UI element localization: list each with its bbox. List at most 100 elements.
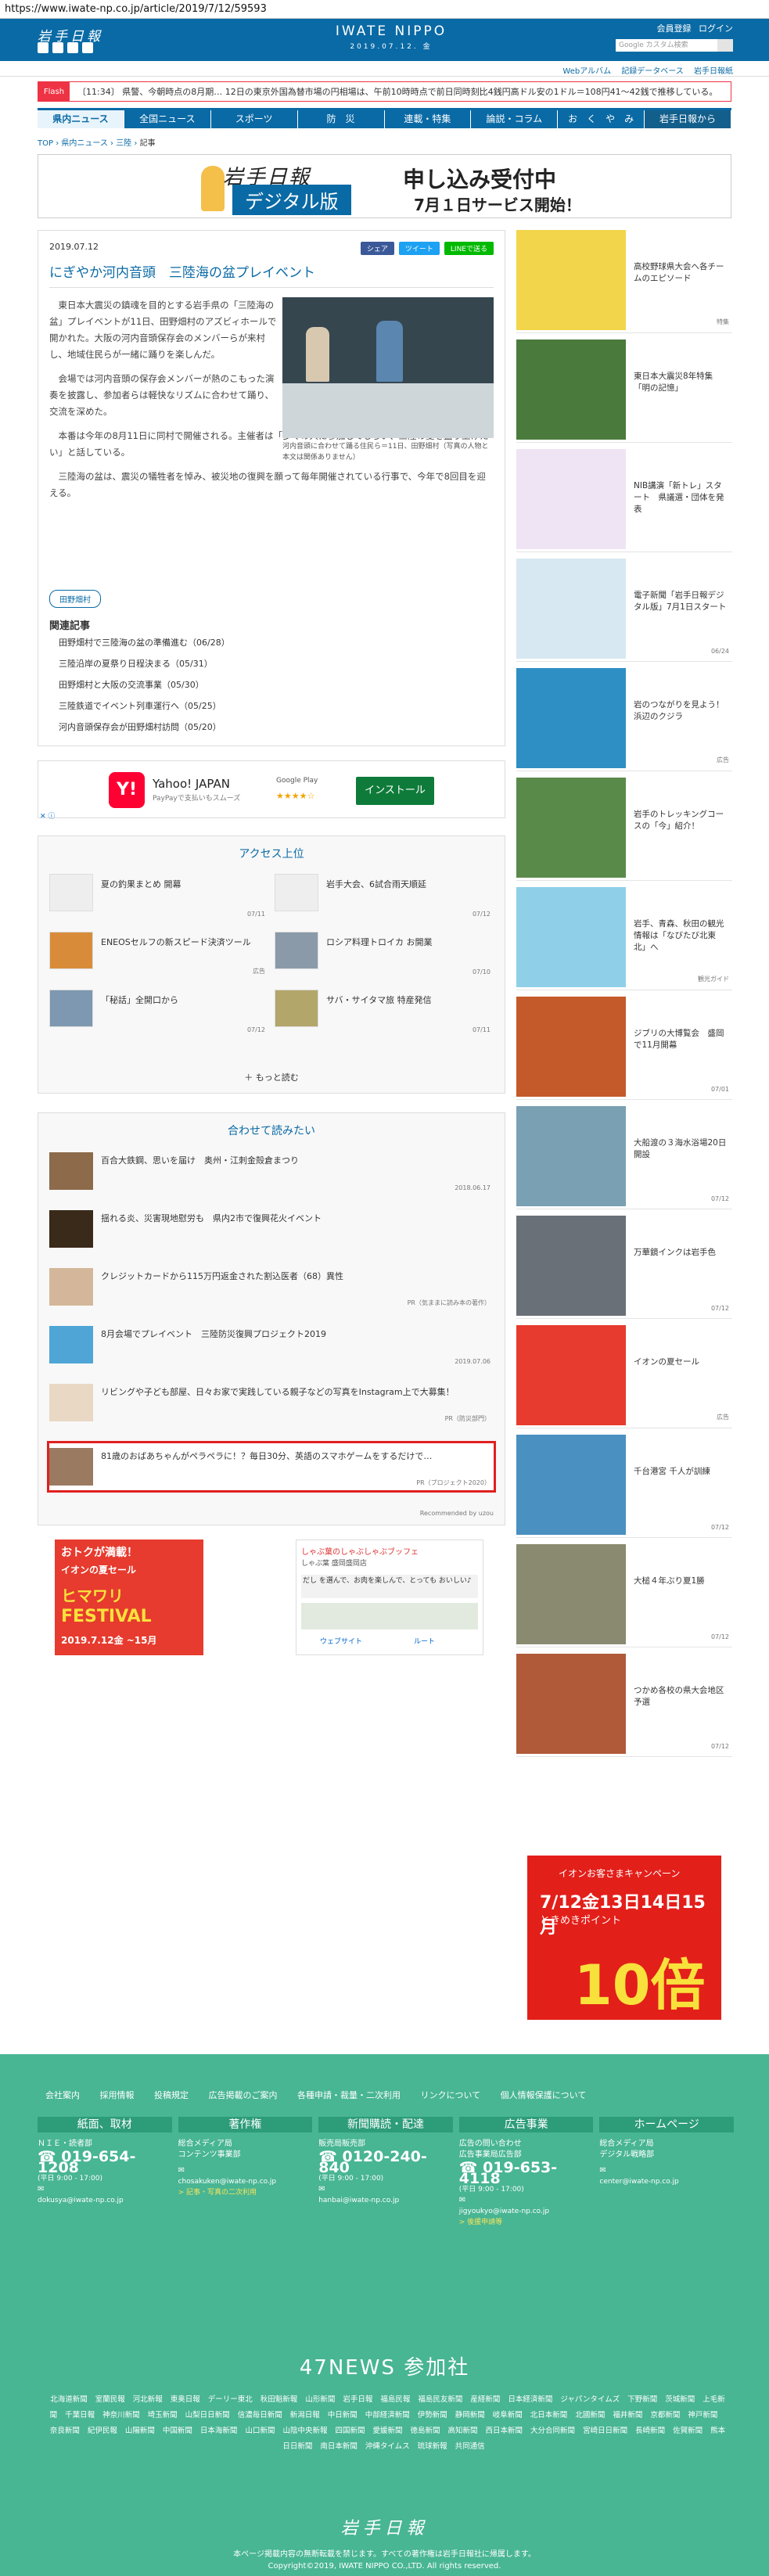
- yahoo-ad[interactable]: Y! Yahoo! JAPAN PayPayで支払いもスムーズ Google P…: [38, 760, 505, 821]
- nav-series[interactable]: 連載・特集: [384, 110, 472, 128]
- footer-link[interactable]: 採用情報: [100, 2090, 135, 2100]
- member-paper-link[interactable]: 静岡新聞: [455, 2411, 485, 2420]
- search-icon[interactable]: [717, 39, 733, 52]
- sidebar-item[interactable]: 大船渡の３海水浴場20日開設 07/12: [516, 1106, 732, 1209]
- mail-icon[interactable]: ✉: [38, 2184, 172, 2195]
- mail-icon[interactable]: ✉: [178, 2165, 313, 2176]
- member-paper-link[interactable]: デーリー東北: [208, 2395, 253, 2404]
- member-paper-link[interactable]: 新潟日報: [290, 2411, 320, 2420]
- line-icon[interactable]: [67, 42, 78, 53]
- phone-number[interactable]: ☎ 0120-240-840: [318, 2150, 453, 2175]
- search-input[interactable]: Google カスタム検索: [616, 39, 717, 52]
- footer-link[interactable]: リンクについて: [421, 2090, 481, 2100]
- related-item[interactable]: 河内音頭保存会が田野畑村訪問（05/20）: [49, 717, 494, 738]
- shabuyo-map-ad[interactable]: しゃぶ葉のしゃぶしゃぶブッフェ しゃぶ葉 盛岡盛岡店 だし を選んで、お肉を楽し…: [296, 1539, 483, 1655]
- ad-choices-icon[interactable]: ✕ ⓘ: [40, 810, 55, 821]
- recommend-item[interactable]: クレジットカードから115万円返金された割込医者（68）異性 PR（気ままに読み本…: [49, 1263, 494, 1310]
- sidebar-item[interactable]: 大槌４年ぶり夏1勝 07/12: [516, 1544, 732, 1647]
- member-paper-link[interactable]: 山陰中央新報: [282, 2427, 327, 2435]
- member-paper-link[interactable]: 神戸新聞: [688, 2411, 717, 2420]
- nav-obituaries[interactable]: お く や み: [558, 110, 645, 128]
- install-button[interactable]: インストール: [356, 777, 434, 805]
- member-paper-link[interactable]: 愛媛新聞: [372, 2427, 402, 2435]
- member-paper-link[interactable]: 中国新聞: [163, 2427, 192, 2435]
- nav-column[interactable]: 論説・コラム: [471, 110, 559, 128]
- member-paper-link[interactable]: 南日本新聞: [320, 2442, 358, 2451]
- member-paper-link[interactable]: 岩手日報: [343, 2395, 372, 2404]
- line-share-button[interactable]: LINEで送る: [444, 242, 494, 255]
- breadcrumb-sanriku[interactable]: 三陸: [116, 139, 131, 148]
- sidebar-item[interactable]: ジブリの大博覧会 盛岡で11月開幕 07/01: [516, 997, 732, 1100]
- member-paper-link[interactable]: 伊勢新聞: [418, 2411, 447, 2420]
- member-paper-link[interactable]: 福島民友新聞: [418, 2395, 462, 2404]
- nav-national-news[interactable]: 全国ニュース: [124, 110, 211, 128]
- member-paper-link[interactable]: 山梨日日新聞: [185, 2411, 230, 2420]
- ranking-item[interactable]: 夏の釣果まとめ 開幕 07/11: [49, 874, 268, 921]
- database-link[interactable]: 記録データベース: [621, 67, 684, 76]
- footer-link[interactable]: 広告掲載のご案内: [209, 2090, 278, 2100]
- sidebar-item[interactable]: 千台港宮 千人が訓練 07/12: [516, 1435, 732, 1538]
- member-paper-link[interactable]: 琉球新報: [418, 2442, 447, 2451]
- phone-number[interactable]: ☎ 019-654-1208: [38, 2150, 172, 2175]
- member-paper-link[interactable]: 山陽新聞: [125, 2427, 155, 2435]
- member-paper-link[interactable]: 日本海新聞: [200, 2427, 238, 2435]
- route-link[interactable]: ルート: [414, 1636, 435, 1646]
- member-paper-link[interactable]: 徳島新聞: [411, 2427, 440, 2435]
- member-paper-link[interactable]: 紀伊民報: [88, 2427, 117, 2435]
- recommend-item[interactable]: 百合大鉄鋼、思いを届け 奥州・江刺金殻倉まつり 2018.06.17: [49, 1148, 494, 1195]
- member-paper-link[interactable]: 中日新聞: [328, 2411, 358, 2420]
- more-button[interactable]: ＋ もっと読む: [38, 1071, 505, 1083]
- member-paper-link[interactable]: 秋田魁新報: [261, 2395, 298, 2404]
- footer-link[interactable]: 投稿規定: [154, 2090, 189, 2100]
- support-link[interactable]: > 後援申請等: [459, 2217, 594, 2228]
- footer-logo[interactable]: 岩手日報: [0, 2514, 769, 2539]
- footer-link[interactable]: 会社案内: [45, 2090, 80, 2100]
- breadcrumb-top[interactable]: TOP: [38, 139, 53, 148]
- nav-disaster[interactable]: 防 災: [297, 110, 385, 128]
- mail-icon[interactable]: ✉: [459, 2195, 594, 2206]
- member-paper-link[interactable]: 河北新報: [133, 2395, 163, 2404]
- member-paper-link[interactable]: ジャパンタイムズ: [560, 2395, 620, 2404]
- member-paper-link[interactable]: 京都新聞: [650, 2411, 680, 2420]
- url-bar[interactable]: https://www.iwate-np.co.jp/article/2019/…: [0, 0, 769, 19]
- tweet-button[interactable]: ツイート: [398, 242, 440, 255]
- ranking-item[interactable]: 「秘話」全開口から 07/12: [49, 990, 268, 1037]
- member-paper-link[interactable]: 北國新聞: [575, 2411, 605, 2420]
- sidebar-item[interactable]: 岩手のトレッキングコースの「今」紹介！: [516, 778, 732, 881]
- related-item[interactable]: 三陸沿岸の夏祭り日程決まる（05/31）: [49, 653, 494, 674]
- flash-news[interactable]: Flash 〔11:34〕 県警、今朝時点の8月期… 12日の東京外国為替市場の…: [38, 81, 731, 102]
- article-photo[interactable]: [282, 297, 494, 438]
- member-paper-link[interactable]: 西日本新聞: [486, 2427, 523, 2435]
- member-paper-link[interactable]: 山口新聞: [245, 2427, 275, 2435]
- flash-text[interactable]: 〔11:34〕 県警、今朝時点の8月期… 12日の東京外国為替市場の円相場は、午…: [70, 85, 717, 98]
- ranking-item[interactable]: ENEOSセルフの新スピード決済ツール 広告: [49, 932, 268, 979]
- recommend-item[interactable]: 8月会場でプレイベント 三陸防災復興プロジェクト2019 2019.07.06: [49, 1321, 494, 1368]
- sidebar-item[interactable]: イオンの夏セール 広告: [516, 1325, 732, 1428]
- sidebar-item[interactable]: 万華鏡インクは岩手色 07/12: [516, 1216, 732, 1319]
- related-item[interactable]: 三陸鉄道でイベント列車運行へ（05/25）: [49, 695, 494, 717]
- tag-tanohata[interactable]: 田野畑村: [49, 590, 101, 608]
- nav-sports[interactable]: スポーツ: [210, 110, 298, 128]
- member-paper-link[interactable]: 福井新聞: [613, 2411, 642, 2420]
- recommended-by[interactable]: Recommended by uzou: [420, 1510, 494, 1517]
- member-paper-link[interactable]: 大分合同新聞: [530, 2427, 575, 2435]
- phone-number[interactable]: ☎ 019-653-4118: [459, 2161, 594, 2186]
- twitter-icon[interactable]: [38, 42, 49, 53]
- paper-link[interactable]: 岩手日報紙: [694, 67, 733, 76]
- facebook-icon[interactable]: [52, 42, 63, 53]
- reuse-link[interactable]: > 記事・写真の二次利用: [178, 2187, 313, 2198]
- member-paper-link[interactable]: 沖縄タイムス: [365, 2442, 410, 2451]
- member-paper-link[interactable]: 共同通信: [455, 2442, 485, 2451]
- header-brand[interactable]: IWATE NIPPO 2019.07.12. 金: [313, 23, 469, 51]
- login-link[interactable]: ログイン: [699, 23, 733, 34]
- sidebar-item[interactable]: つかめ各校の県大会地区予選 07/12: [516, 1654, 732, 1757]
- member-paper-link[interactable]: 茨城新聞: [665, 2395, 695, 2404]
- member-paper-link[interactable]: 四国新聞: [335, 2427, 365, 2435]
- recommend-item-highlighted[interactable]: 81歳のおばあちゃんがペラペラに！？毎日30分、英語のスマホゲームをするだけで……: [47, 1441, 496, 1493]
- sidebar-item[interactable]: 岩のつながりを見よう！浜辺のクジラ 広告: [516, 668, 732, 771]
- sidebar-item[interactable]: NIB講演「新トレ」スタート 県議選・団体を発表: [516, 449, 732, 552]
- member-paper-link[interactable]: 下野新聞: [627, 2395, 657, 2404]
- footer-link[interactable]: 各種申請・裁量・二次利用: [297, 2090, 401, 2100]
- ranking-item[interactable]: 岩手大会、6試合雨天順延 07/12: [275, 874, 494, 921]
- related-item[interactable]: 田野畑村で三陸海の盆の準備進む（06/28）: [49, 632, 494, 653]
